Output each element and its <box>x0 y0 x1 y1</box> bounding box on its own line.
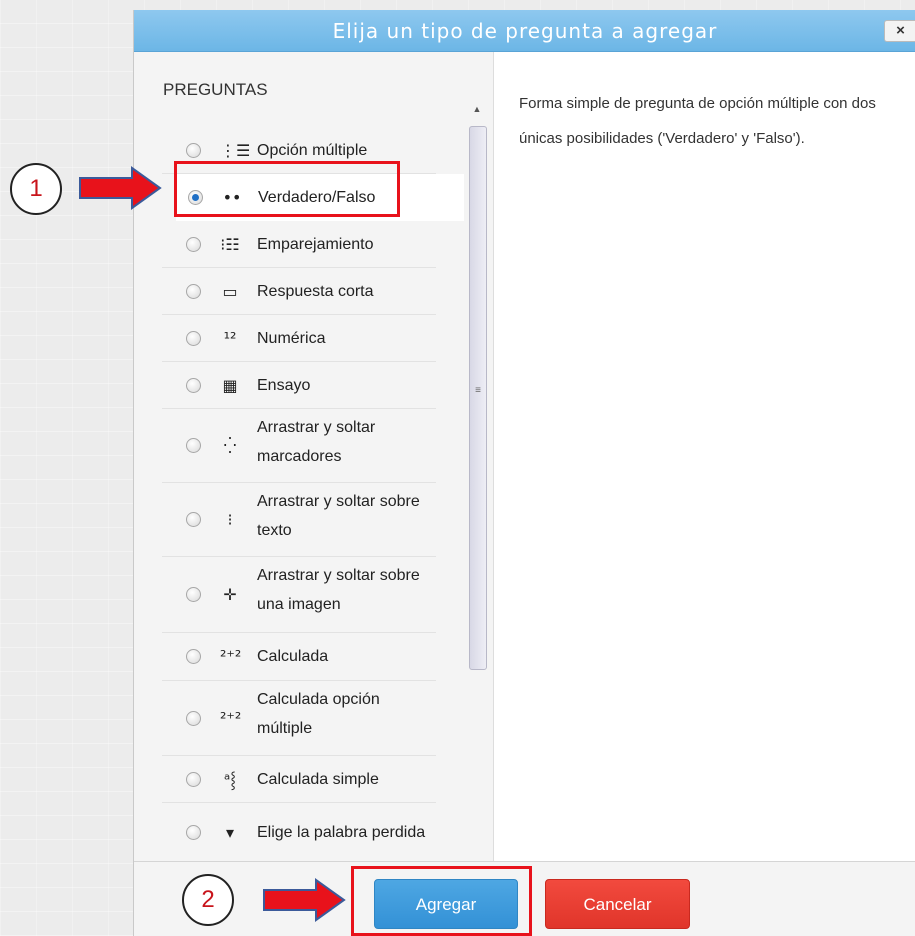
calculated-icon: ²⁺² <box>220 647 242 666</box>
section-heading: PREGUNTAS <box>163 80 268 99</box>
match-icon: ⁝☷ <box>220 235 240 254</box>
question-type-item[interactable]: ▦ Ensayo <box>162 362 436 409</box>
step-1-marker: 1 <box>10 163 62 215</box>
question-type-item[interactable]: ²⁺² Calculada <box>162 633 436 681</box>
step-1-arrow-icon <box>79 166 162 210</box>
scroll-up-icon[interactable]: ▲ <box>469 104 485 114</box>
question-type-label: Calculada opción múltiple <box>257 691 380 737</box>
question-type-item[interactable]: ²⁺² Calculada opción múltiple <box>162 681 436 756</box>
radio-button[interactable] <box>186 711 201 726</box>
selected-option-highlight <box>174 161 400 217</box>
radio-button[interactable] <box>186 331 201 346</box>
question-type-item[interactable]: ▭ Respuesta corta <box>162 268 436 315</box>
ddimage-icon: ✛ <box>223 585 237 604</box>
radio-button[interactable] <box>186 512 201 527</box>
question-type-description: Forma simple de pregunta de opción múlti… <box>519 95 876 147</box>
shortanswer-icon: ▭ <box>222 282 238 301</box>
question-type-item[interactable]: ⁝ Arrastrar y soltar sobre texto <box>162 483 436 557</box>
question-type-label: Respuesta corta <box>257 283 374 300</box>
scroll-thumb[interactable]: ≡ <box>469 126 487 670</box>
scrollbar[interactable]: ▲ ≡ ▼ <box>465 104 489 861</box>
question-type-item[interactable]: ⁛ Arrastrar y soltar marcadores <box>162 409 436 483</box>
question-type-label: Arrastrar y soltar marcadores <box>257 419 376 465</box>
step-2-arrow-icon <box>263 878 346 922</box>
question-type-label: Ensayo <box>257 377 311 394</box>
gapselect-icon: ▾ <box>225 823 235 842</box>
calculatedmulti-icon: ²⁺² <box>220 709 242 728</box>
question-type-item[interactable]: ✛ Arrastrar y soltar sobre una imagen <box>162 557 436 633</box>
radio-button[interactable] <box>186 438 201 453</box>
radio-button[interactable] <box>186 237 201 252</box>
grip-icon: ≡ <box>475 385 481 396</box>
add-button-highlight <box>351 866 532 936</box>
ddmarker-icon: ⁛ <box>223 436 237 455</box>
question-type-item[interactable]: ⁝☷ Emparejamiento <box>162 221 436 268</box>
dialog-titlebar: Elija un tipo de pregunta a agregar × <box>134 10 915 52</box>
ddwtos-icon: ⁝ <box>227 510 233 529</box>
radio-button[interactable] <box>186 378 201 393</box>
question-type-label: Calculada simple <box>257 771 379 788</box>
radio-button[interactable] <box>186 143 201 158</box>
cancel-button[interactable]: Cancelar <box>545 879 690 929</box>
question-type-label: Elige la palabra perdida <box>257 824 426 841</box>
step-2-marker: 2 <box>182 874 234 926</box>
question-type-item[interactable]: ᵃ⸾ Calculada simple <box>162 756 436 803</box>
multichoice-icon: ⋮☰ <box>220 141 251 160</box>
calculatedsimple-icon: ᵃ⸾ <box>224 770 236 789</box>
question-type-item[interactable]: ▾ Elige la palabra perdida <box>162 803 436 861</box>
radio-button[interactable] <box>186 649 201 664</box>
add-question-dialog: Elija un tipo de pregunta a agregar × PR… <box>133 10 915 936</box>
question-type-label: Arrastrar y soltar sobre una imagen <box>257 567 420 613</box>
numerical-icon: ¹² <box>223 329 237 348</box>
radio-button[interactable] <box>186 772 201 787</box>
question-type-label: Calculada <box>257 648 329 665</box>
radio-button[interactable] <box>186 825 201 840</box>
radio-button[interactable] <box>186 587 201 602</box>
close-button[interactable]: × <box>884 20 915 42</box>
question-type-label: Emparejamiento <box>257 236 374 253</box>
question-type-label: Arrastrar y soltar sobre texto <box>257 493 420 539</box>
dialog-title: Elija un tipo de pregunta a agregar <box>332 19 718 43</box>
radio-button[interactable] <box>186 284 201 299</box>
essay-icon: ▦ <box>222 376 238 395</box>
question-type-item[interactable]: ¹² Numérica <box>162 315 436 362</box>
question-type-label: Numérica <box>257 330 326 347</box>
